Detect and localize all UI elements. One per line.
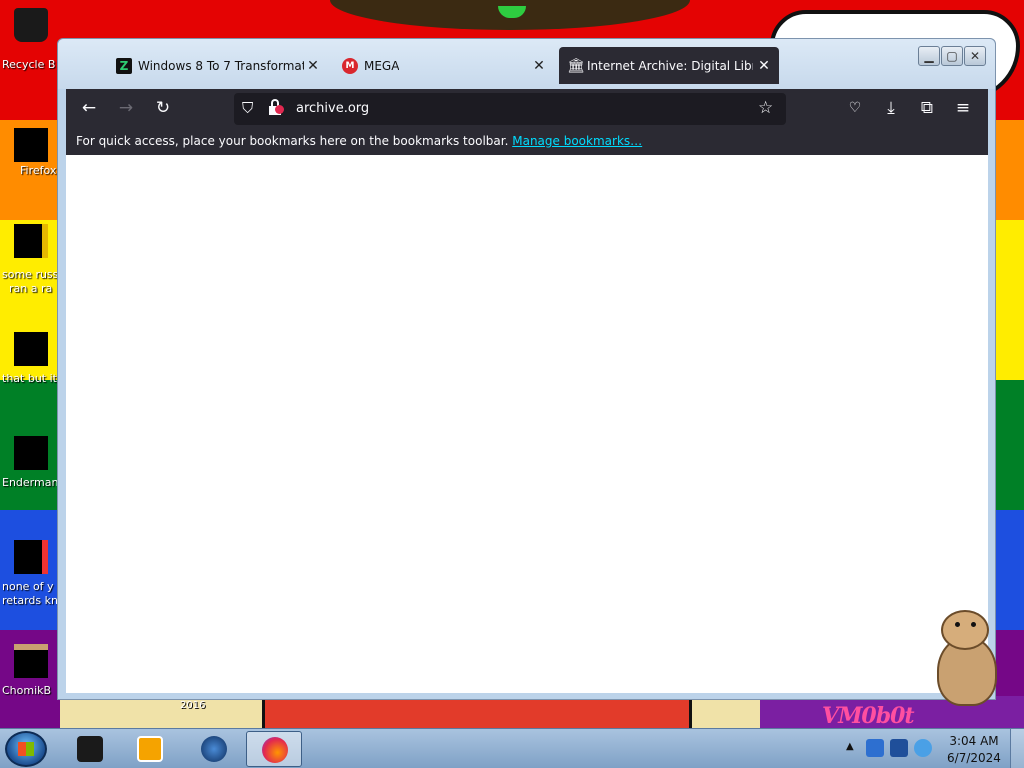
tab-favicon-icon: 🏛 <box>567 58 585 74</box>
wallpaper-year: 2016 <box>180 700 206 711</box>
desktop-icon-recycle-bin[interactable]: Recycle B <box>0 8 62 78</box>
tab-close-icon[interactable]: ✕ <box>304 57 322 75</box>
bookmark-star-icon[interactable]: ☆ <box>758 98 773 118</box>
shortcut-icon <box>14 332 48 366</box>
clock-date[interactable]: 6/7/2024 <box>944 751 1004 765</box>
desktop-icon-none-of-y[interactable]: none of y retards kn <box>0 540 62 612</box>
navigation-toolbar: ← → ↻ ⛉ archive.org ☆ ♡ ⤓ ⧉ ≡ For quick … <box>66 89 988 155</box>
recycle-bin-icon <box>14 8 48 42</box>
url-input[interactable]: archive.org <box>296 101 369 116</box>
desktop-icon-some-russ[interactable]: some russ ran a ra <box>0 224 62 300</box>
downloads-icon[interactable]: ⤓ <box>876 95 906 121</box>
desktop-icon-label: ChomikB <box>2 684 52 697</box>
shortcut-icon <box>14 644 48 678</box>
network-tray-icon[interactable] <box>890 739 908 757</box>
lock-icon[interactable] <box>268 99 284 115</box>
tab-windows-8-to-7[interactable]: Z Windows 8 To 7 Transformation ✕ <box>116 50 326 84</box>
tab-favicon-icon: Z <box>116 58 132 74</box>
bookmarks-hint-text: For quick access, place your bookmarks h… <box>76 134 509 148</box>
desktop-icon-label: none of y retards kn <box>2 580 58 607</box>
tab-mega[interactable]: M MEGA ✕ <box>342 50 552 84</box>
page-content <box>66 155 988 693</box>
shortcut-icon <box>14 436 48 470</box>
maximize-button[interactable]: ▢ <box>941 46 963 66</box>
shortcut-icon <box>14 224 48 258</box>
tab-internet-archive[interactable]: 🏛 Internet Archive: Digital Library ✕ <box>559 47 779 84</box>
desktop-icon-that-but-it[interactable]: that but it <box>0 332 62 392</box>
taskbar-app-1[interactable] <box>62 731 118 767</box>
show-desktop-button[interactable] <box>1010 729 1024 768</box>
url-bar[interactable]: ⛉ archive.org ☆ <box>234 93 786 125</box>
hamster-mascot <box>925 608 1005 708</box>
pocket-icon[interactable]: ♡ <box>840 95 870 121</box>
taskbar-firefox[interactable] <box>246 731 302 767</box>
desktop-icon-label: Enderman <box>2 476 59 489</box>
tab-strip: Z Windows 8 To 7 Transformation ✕ M MEGA… <box>58 39 995 89</box>
globe-tray-icon[interactable] <box>914 739 932 757</box>
window-controls: ▁ ▢ ✕ <box>918 46 988 68</box>
firefox-icon <box>14 128 48 162</box>
minimize-button[interactable]: ▁ <box>918 46 940 66</box>
clock-time[interactable]: 3:04 AM <box>944 734 1004 748</box>
taskbar: ▲ 3:04 AM 6/7/2024 <box>0 728 1024 768</box>
browser-window: Z Windows 8 To 7 Transformation ✕ M MEGA… <box>57 38 996 700</box>
show-hidden-icons-icon[interactable]: ▲ <box>846 741 854 752</box>
shield-icon[interactable]: ⛉ <box>242 99 253 117</box>
desktop-icon-label: that but it <box>2 372 57 385</box>
hamburger-menu-icon[interactable]: ≡ <box>948 95 978 121</box>
forward-arrow-icon[interactable]: → <box>111 95 141 121</box>
tab-close-icon[interactable]: ✕ <box>530 57 548 75</box>
tab-title: MEGA <box>364 59 400 73</box>
shortcut-icon <box>14 540 48 574</box>
media-player-icon <box>137 736 163 762</box>
globe-icon <box>201 736 227 762</box>
desktop-icon-firefox[interactable]: Firefox <box>0 128 62 188</box>
close-button[interactable]: ✕ <box>964 46 986 66</box>
desktop-icon-enderman[interactable]: Enderman <box>0 436 62 496</box>
taskbar-app-3[interactable] <box>186 731 242 767</box>
windows-logo-icon <box>18 742 34 756</box>
tab-title: Internet Archive: Digital Library <box>587 59 753 73</box>
tab-title: Windows 8 To 7 Transformation <box>138 59 304 73</box>
back-arrow-icon[interactable]: ← <box>74 95 104 121</box>
reload-icon[interactable]: ↻ <box>148 95 178 121</box>
firefox-icon <box>262 737 288 763</box>
desktop-icon-label: Recycle B <box>2 58 56 71</box>
app-icon <box>77 736 103 762</box>
tab-favicon-icon: M <box>342 58 358 74</box>
vm-watermark: VM0b0t <box>822 703 915 728</box>
wallpaper-bottom-red <box>262 696 692 728</box>
manage-bookmarks-link[interactable]: Manage bookmarks… <box>512 134 642 148</box>
tab-close-icon[interactable]: ✕ <box>755 57 773 75</box>
security-tray-icon[interactable] <box>866 739 884 757</box>
desktop-icon-label: some russ ran a ra <box>2 268 59 295</box>
extensions-icon[interactable]: ⧉ <box>912 95 942 121</box>
desktop-icon-chomik[interactable]: ChomikB <box>0 644 62 704</box>
bookmarks-toolbar: For quick access, place your bookmarks h… <box>66 127 988 155</box>
start-button[interactable] <box>5 731 47 767</box>
taskbar-media-player[interactable] <box>122 731 178 767</box>
